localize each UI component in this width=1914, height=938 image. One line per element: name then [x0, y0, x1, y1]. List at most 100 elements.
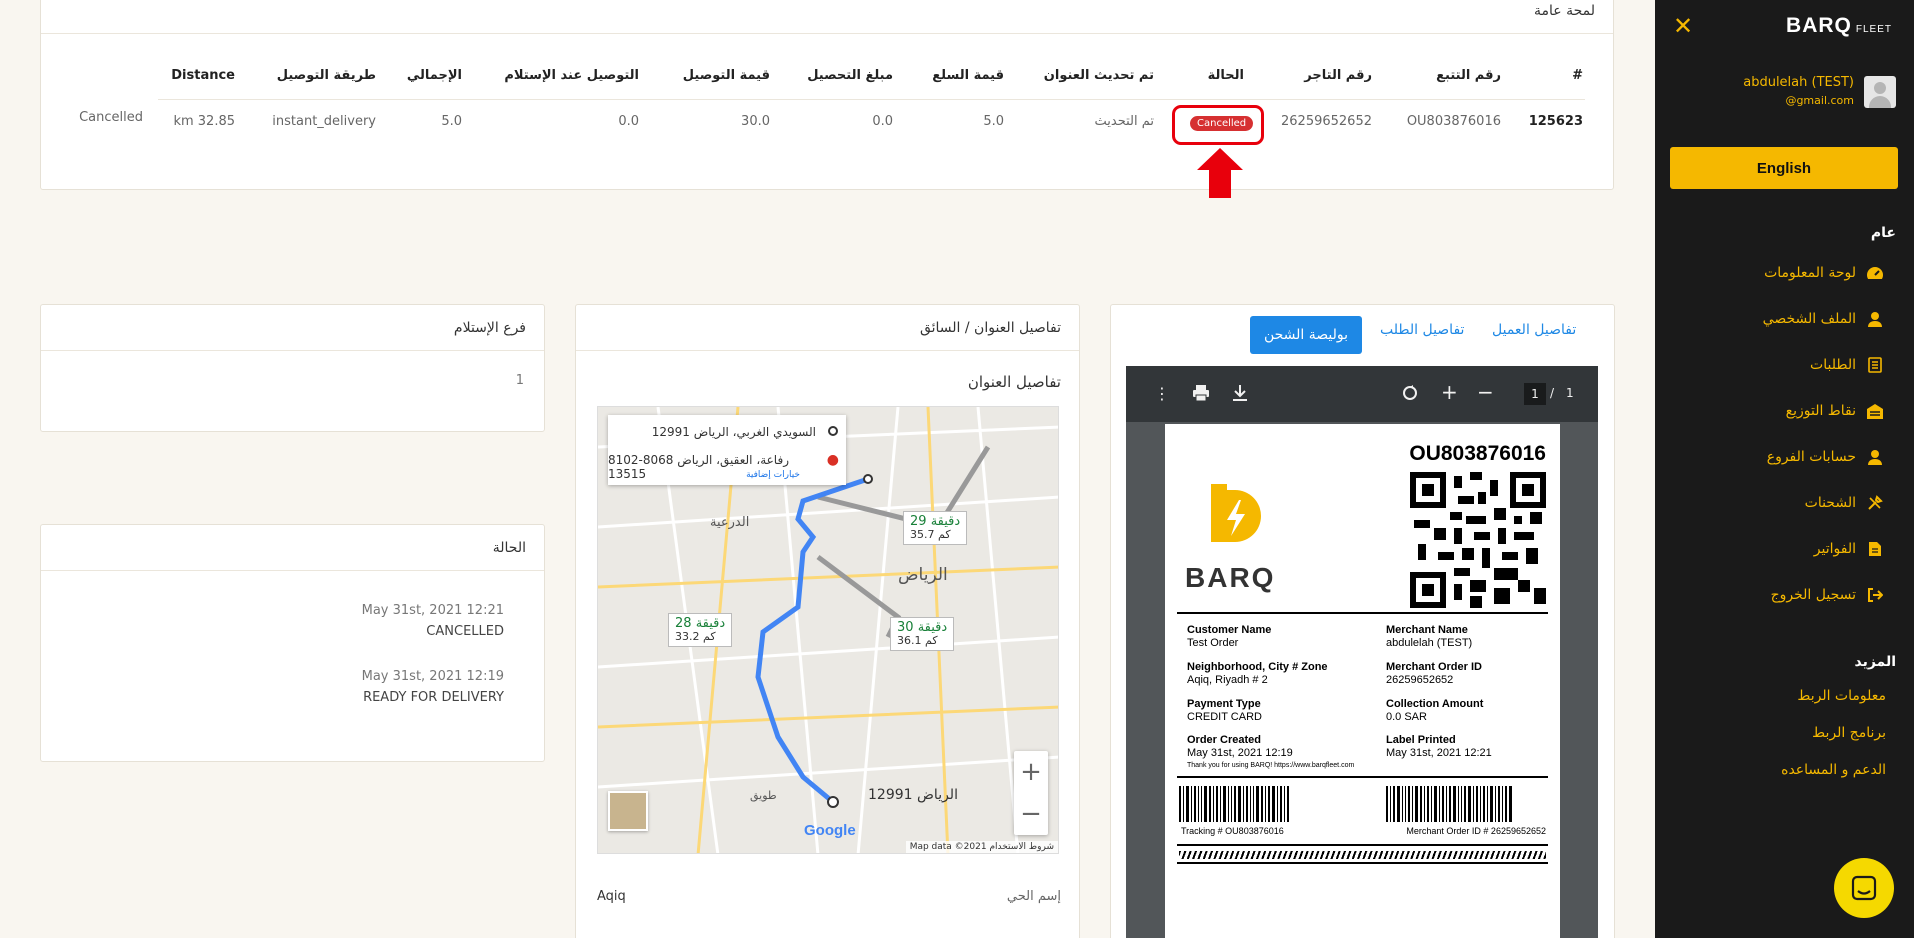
zoom-in-icon[interactable]: +: [1441, 380, 1458, 404]
sidebar-item-support[interactable]: الدعم و المساعده: [1781, 762, 1886, 778]
cell-collection: 0.0: [872, 114, 893, 129]
user-profile[interactable]: abdulelah (TEST) @gmail.com: [1743, 74, 1896, 110]
overview-card: لمحة عامة # رقم التتبع رقم التاجر الحالة…: [40, 0, 1614, 198]
label-tracking-footer: Tracking # OU803876016: [1181, 826, 1284, 836]
cell-address-updated: تم التحديث: [1094, 114, 1155, 129]
sidebar-item-label: الملف الشخصي: [1762, 311, 1856, 327]
label-divider: [1177, 862, 1548, 864]
dashboard-gauge-icon: [1866, 264, 1884, 282]
google-logo: Google: [804, 822, 856, 839]
route-bubble-3[interactable]: 30 دقيقة 36.1 كم: [890, 617, 955, 651]
close-sidebar-icon[interactable]: ✕: [1673, 12, 1693, 40]
sidebar-item-shipments[interactable]: الشحنات: [1805, 494, 1884, 512]
section-general-heading: عام: [1870, 225, 1896, 241]
route-bubble-1[interactable]: 29 دقيقة 35.7 كم: [903, 511, 968, 545]
sidebar-item-branch-accounts[interactable]: حسابات الفروع: [1767, 448, 1884, 466]
district-label: إسم الحي: [1006, 889, 1061, 904]
cell-merchant-no: 26259652652: [1281, 114, 1372, 129]
cell-method: instant_delivery: [272, 114, 376, 129]
branch-card: فرع الإستلام 1: [40, 304, 545, 432]
tab-shipping-label[interactable]: بوليصة الشحن: [1250, 316, 1362, 354]
warehouse-icon: [1866, 402, 1884, 420]
sidebar-item-invoices[interactable]: الفواتير: [1814, 540, 1884, 558]
zoom-in-button[interactable]: +: [1014, 751, 1048, 793]
label-customer-name: Customer Name Test Order: [1187, 624, 1272, 649]
user-icon: [1866, 310, 1884, 328]
timeline-status: CANCELLED: [426, 624, 504, 639]
sidebar-item-logout[interactable]: تسجيل الخروج: [1771, 586, 1884, 604]
merchant-barcode-icon: [1386, 786, 1546, 822]
download-icon[interactable]: [1232, 384, 1248, 407]
cell-goods-value: 5.0: [983, 114, 1004, 129]
zoom-out-button[interactable]: −: [1014, 793, 1048, 835]
label-tracking-number: OU803876016: [1409, 442, 1546, 465]
user-email: @gmail.com: [1785, 94, 1854, 107]
branch-user-icon: [1866, 448, 1884, 466]
sidebar-item-distribution-points[interactable]: نقاط التوزيع: [1786, 402, 1884, 420]
satellite-toggle-button[interactable]: [608, 791, 648, 831]
status-card-title: الحالة: [41, 525, 544, 571]
col-header-id: #: [1572, 68, 1583, 83]
sidebar-item-dashboard[interactable]: لوحة المعلومات: [1764, 264, 1884, 282]
more-options-link[interactable]: خيارات إضافية: [746, 470, 800, 480]
col-header-status: الحالة: [1207, 68, 1244, 83]
sidebar-item-orders[interactable]: الطلبات: [1810, 356, 1884, 374]
tab-order-details[interactable]: تفاصيل الطلب: [1380, 322, 1464, 338]
sidebar-item-label: الفواتير: [1813, 541, 1856, 557]
pdf-page-input[interactable]: 1: [1524, 383, 1546, 405]
overview-title: لمحة عامة: [1534, 3, 1595, 19]
map-footer: Map data ©2021 شروط الاستخدام: [905, 841, 1058, 853]
qr-code-icon: [1410, 472, 1546, 608]
sidebar-item-label: الشحنات: [1804, 495, 1856, 511]
label-divider: [1177, 612, 1548, 614]
label-thanks-text: Thank you for using BARQ! https://www.ba…: [1187, 762, 1355, 769]
sidebar-item-integration-program[interactable]: برنامج الربط: [1812, 725, 1886, 741]
map-origin: السويدي الغربي، الرياض 12991: [651, 425, 816, 439]
sidebar-item-label: حسابات الفروع: [1766, 449, 1856, 465]
route-map[interactable]: السويدي الغربي، الرياض 12991 8102-8068 ر…: [597, 406, 1059, 854]
map-place-label: الرياض 12991: [868, 787, 958, 803]
barq-logo-icon: [1211, 484, 1261, 542]
sidebar-item-label: نقاط التوزيع: [1785, 403, 1856, 419]
print-icon[interactable]: [1192, 384, 1210, 407]
language-toggle-button[interactable]: English: [1670, 147, 1898, 189]
col-header-goods-value: قيمة السلع: [932, 68, 1004, 83]
label-merchant-order-id: Merchant Order ID 26259652652: [1386, 661, 1482, 686]
address-subtitle: تفاصيل العنوان: [967, 373, 1061, 391]
header-underline: [158, 99, 1585, 100]
col-header-collection: مبلغ التحصيل: [807, 68, 893, 83]
pdf-toolbar: ⋮ + − 1 / 1: [1126, 366, 1598, 422]
sidebar-item-profile[interactable]: الملف الشخصي: [1763, 310, 1884, 328]
map-place-label: طويق: [750, 789, 777, 802]
cell-status-text: Cancelled: [79, 110, 143, 125]
map-directions-box: السويدي الغربي، الرياض 12991 8102-8068 ر…: [608, 415, 846, 485]
brand-logo: BARQ FLEET: [1786, 14, 1892, 37]
rotate-icon[interactable]: [1401, 384, 1419, 407]
sidebar-item-integration-info[interactable]: معلومات الربط: [1797, 688, 1886, 704]
avatar: [1864, 76, 1896, 108]
section-more-heading: المزيد: [1854, 654, 1897, 670]
address-card-title: تفاصيل العنوان / السائق: [576, 305, 1079, 351]
col-header-distance: Distance: [171, 68, 235, 83]
branch-card-title: فرع الإستلام: [41, 305, 544, 351]
timeline-status: READY FOR DELIVERY: [363, 690, 504, 705]
logout-icon: [1866, 586, 1884, 604]
chat-launcher-button[interactable]: [1834, 858, 1894, 918]
timeline-date: May 31st, 2021 12:19: [361, 669, 504, 684]
more-options-icon[interactable]: ⋮: [1154, 384, 1170, 403]
col-header-delivery-value: قيمة التوصيل: [682, 68, 770, 83]
orders-list-icon: [1866, 356, 1884, 374]
zoom-out-icon[interactable]: −: [1477, 380, 1494, 404]
label-divider: [1177, 844, 1548, 846]
label-collection-amount: Collection Amount 0.0 SAR: [1386, 698, 1484, 723]
annotation-highlight-box: [1172, 105, 1264, 145]
col-header-cod: التوصيل عند الإستلام: [504, 68, 639, 83]
chat-icon: [1851, 875, 1877, 901]
sidebar-item-label: لوحة المعلومات: [1764, 265, 1856, 281]
cell-id[interactable]: 125623: [1529, 114, 1583, 129]
sidebar-item-label: الطلبات: [1810, 357, 1856, 373]
route-bubble-2[interactable]: 28 دقيقة 33.2 كم: [668, 613, 733, 647]
tab-customer-details[interactable]: تفاصيل العميل: [1492, 322, 1576, 338]
label-printed: Label Printed May 31st, 2021 12:21: [1386, 734, 1492, 759]
map-place-label: الدرعية: [710, 515, 750, 530]
